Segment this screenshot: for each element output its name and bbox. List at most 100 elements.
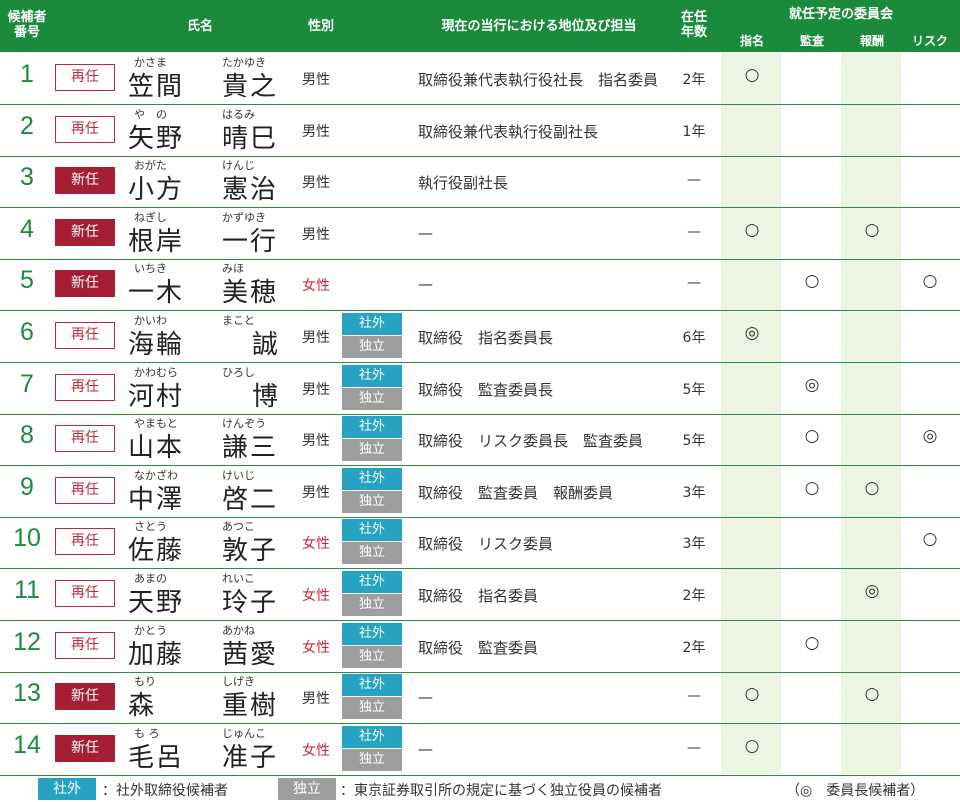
header-committees-title: 就任予定の委員会 — [788, 7, 893, 22]
given-name: 晴巳 — [222, 123, 279, 154]
tenure-years: 2年 — [682, 639, 706, 656]
candidate-number: 14 — [13, 730, 41, 759]
header-position: 現在の当行における地位及び担当 — [441, 19, 637, 34]
independent-officer-tag: 独立 — [342, 697, 402, 720]
family-name: 加藤 — [128, 639, 185, 670]
committee-mark-audit: ○ — [804, 426, 820, 447]
header-committee-nominating: 指名 — [739, 34, 764, 48]
family-name: 森 — [128, 691, 157, 722]
family-name: 天野 — [128, 588, 185, 618]
tenure-years: — — [687, 275, 701, 292]
table-header: 候補者番号 氏名 性別 現在の当行における地位及び担当 在任年数 就任予定の委員… — [0, 0, 960, 52]
current-position: 取締役兼代表執行役社長 指名委員 — [418, 71, 659, 89]
current-position: — — [418, 739, 433, 758]
current-position: 取締役 リスク委員長 監査委員 — [418, 432, 644, 451]
given-name: 誠 — [252, 330, 281, 360]
given-name: 重樹 — [222, 691, 279, 722]
table-row: 11 再任 あまの れいこ 天野 玲子 女性 社外 独立 取締役 指名委員 2年 ◎ — [0, 568, 960, 621]
independent-officer-tag: 独立 — [342, 594, 402, 616]
status-badge: 再任 — [55, 322, 115, 349]
candidate-number: 9 — [20, 472, 34, 501]
gender-label: 男性 — [302, 484, 330, 501]
committee-mark-compensation: ○ — [864, 219, 880, 240]
independent-officer-tag: 独立 — [342, 542, 402, 565]
header-tenure: 在任年数 — [680, 10, 707, 40]
outside-director-tag: 社外 — [342, 622, 402, 645]
candidate-number: 2 — [20, 111, 34, 140]
family-name: 佐藤 — [128, 536, 185, 567]
furigana-given: ひろし — [222, 365, 255, 379]
tenure-years: 1年 — [682, 123, 706, 140]
independent-officer-tag: 独立 — [342, 387, 402, 410]
committee-mark-compensation: ◎ — [864, 581, 880, 601]
committee-mark-nominating: ◎ — [744, 323, 760, 343]
table-row: 14 新任も ろじゅんこ 毛呂 准子 女性 社外 独立 — — ○ — [0, 723, 960, 776]
candidate-number: 5 — [20, 266, 34, 295]
given-name: 一行 — [222, 226, 279, 257]
independent-officer-tag: 独立 — [342, 336, 402, 358]
family-name: 小方 — [128, 175, 185, 206]
tenure-years: — — [687, 223, 701, 240]
committee-mark-compensation: ○ — [864, 684, 880, 705]
committee-mark-audit: ○ — [804, 477, 820, 498]
table-row: 1 再任 かさま たかゆき 笠間 貴之 男性 取締役兼代表執行役社長 指名委員 2年 ○ — [0, 52, 960, 105]
status-badge: 再任 — [55, 528, 115, 556]
gender-label: 男性 — [302, 226, 330, 243]
gender-label: 女性 — [302, 742, 330, 759]
committee-mark-nominating: ○ — [744, 684, 760, 705]
tenure-years: 2年 — [682, 72, 706, 88]
status-badge: 再任 — [55, 580, 115, 607]
candidate-number: 8 — [20, 421, 34, 450]
furigana-given: まこと — [222, 314, 255, 327]
current-position: 取締役 監査委員 — [418, 638, 539, 657]
gender-label: 女性 — [302, 278, 330, 295]
footer-independent-desc: ：東京証券取引所の規定に基づく独立役員の候補者 — [340, 783, 662, 799]
header-committee-audit: 監査 — [799, 34, 824, 48]
status-badge: 新任 — [55, 734, 115, 762]
gender-label: 男性 — [302, 72, 330, 88]
committee-mark-nominating: ○ — [744, 219, 760, 240]
family-name: 矢野 — [128, 123, 185, 154]
table-row: 12 再任 かとう あかね 加藤 茜愛 女性 社外 独立 取締役 監査委員 2年 ○ — [0, 620, 960, 673]
committee-mark-audit: ○ — [804, 632, 820, 653]
gender-label: 女性 — [302, 588, 330, 604]
family-name: 笠間 — [128, 72, 185, 102]
given-name: 憲治 — [222, 175, 279, 206]
status-badge: 新任 — [55, 270, 115, 298]
status-badge: 再任 — [55, 115, 115, 143]
gender-label: 女性 — [302, 536, 330, 553]
given-name: 貴之 — [222, 72, 279, 102]
footer-independent-tag: 独立 — [278, 778, 336, 800]
current-position: 執行役副社長 — [418, 174, 509, 193]
family-name: 毛呂 — [128, 742, 185, 773]
status-badge: 再任 — [55, 425, 115, 453]
committee-mark-risk: ○ — [922, 271, 938, 292]
candidate-number: 10 — [13, 524, 41, 553]
committee-mark-compensation: ○ — [864, 477, 880, 498]
candidate-number: 6 — [20, 318, 34, 346]
family-name: 一木 — [128, 278, 185, 309]
family-name: 山本 — [128, 433, 185, 464]
gender-label: 男性 — [302, 330, 330, 346]
tenure-years: 6年 — [682, 330, 706, 346]
family-name: 海輪 — [128, 330, 185, 360]
candidate-number: 7 — [20, 369, 34, 398]
gender-label: 男性 — [302, 381, 330, 398]
tenure-years: — — [687, 688, 701, 705]
outside-director-tag: 社外 — [342, 725, 402, 748]
current-position: — — [418, 275, 433, 294]
status-badge: 再任 — [55, 64, 115, 91]
outside-director-tag: 社外 — [342, 519, 402, 542]
independent-officer-tag: 独立 — [342, 490, 402, 513]
given-name: 敦子 — [222, 536, 279, 567]
given-name: 啓二 — [222, 484, 279, 515]
outside-director-tag: 社外 — [342, 416, 402, 439]
tenure-years: — — [687, 739, 701, 756]
given-name: 准子 — [222, 742, 279, 773]
tenure-years: 3年 — [682, 536, 706, 553]
table-row: 4 新任 ねぎし かずゆき 根岸 一行 男性 — — ○ ○ — [0, 207, 960, 260]
tenure-years: 2年 — [682, 588, 706, 604]
committee-mark-risk: ◎ — [922, 426, 938, 447]
header-committee-compensation: 報酬 — [859, 34, 884, 48]
current-position: — — [418, 223, 433, 242]
